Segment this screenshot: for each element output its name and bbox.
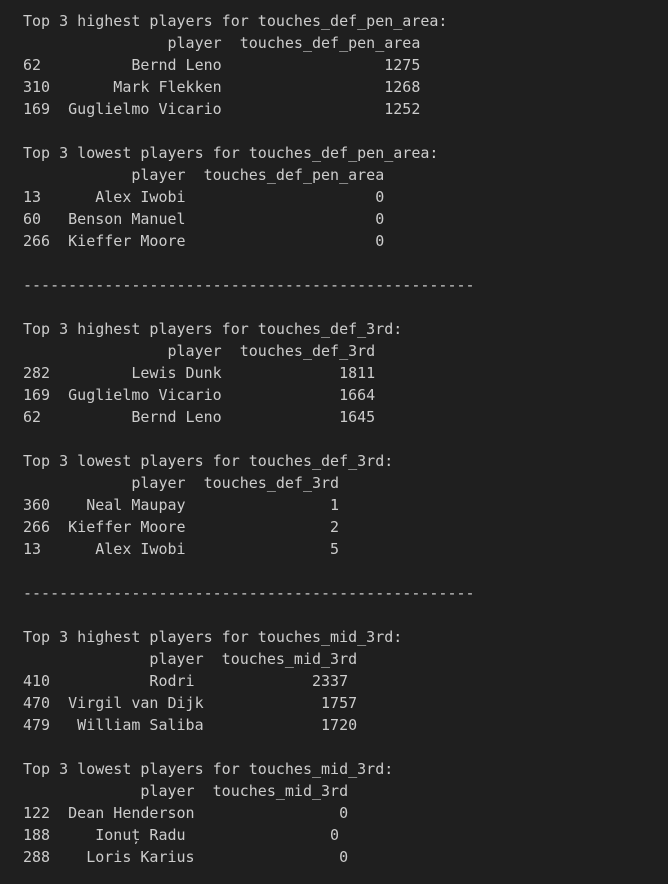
output-line: 410 Rodri 2337 [23, 672, 349, 690]
output-line: 13 Alex Iwobi 5 [23, 540, 340, 558]
output-line: 360 Neal Maupay 1 [23, 496, 340, 514]
output-line: ----------------------------------------… [23, 276, 475, 294]
output-line: Top 3 highest players for touches_mid_3r… [23, 628, 403, 646]
output-line: 470 Virgil van Dijk 1757 [23, 694, 358, 712]
output-line: 282 Lewis Dunk 1811 [23, 364, 376, 382]
output-line: 310 Mark Flekken 1268 [23, 78, 421, 96]
terminal-output: Top 3 highest players for touches_def_pe… [0, 0, 668, 884]
output-line: 13 Alex Iwobi 0 [23, 188, 385, 206]
output-line: 60 Benson Manuel 0 [23, 210, 385, 228]
output-line: 62 Bernd Leno 1645 [23, 408, 376, 426]
output-line: 288 Loris Karius 0 [23, 848, 349, 866]
output-line: player touches_mid_3rd [23, 650, 358, 668]
output-line: 266 Kieffer Moore 0 [23, 232, 385, 250]
output-line: 266 Kieffer Moore 2 [23, 518, 340, 536]
output-line: player touches_def_3rd [23, 342, 376, 360]
output-line: Top 3 lowest players for touches_def_3rd… [23, 452, 394, 470]
output-line: 479 William Saliba 1720 [23, 716, 358, 734]
output-line: Top 3 lowest players for touches_def_pen… [23, 144, 439, 162]
output-line: player touches_def_3rd [23, 474, 340, 492]
output-line: player touches_def_pen_area [23, 34, 421, 52]
output-line: player touches_mid_3rd [23, 782, 349, 800]
output-line: 62 Bernd Leno 1275 [23, 56, 421, 74]
output-line: 169 Guglielmo Vicario 1664 [23, 386, 376, 404]
output-line: Top 3 highest players for touches_def_3r… [23, 320, 403, 338]
output-line: ----------------------------------------… [23, 584, 475, 602]
output-line: 122 Dean Henderson 0 [23, 804, 349, 822]
output-line: player touches_def_pen_area [23, 166, 385, 184]
output-line: 169 Guglielmo Vicario 1252 [23, 100, 421, 118]
output-line: Top 3 highest players for touches_def_pe… [23, 12, 448, 30]
output-line: Top 3 lowest players for touches_mid_3rd… [23, 760, 394, 778]
output-line: 188 Ionuț Radu 0 [23, 826, 340, 844]
